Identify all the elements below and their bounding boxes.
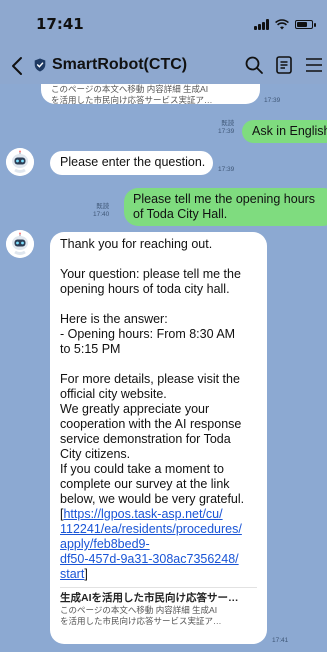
answer-line: complete our survey at the link — [60, 477, 230, 491]
read-receipt: 既読 17:39 — [218, 120, 235, 135]
back-arrow-icon[interactable] — [6, 54, 30, 78]
answer-line — [60, 357, 257, 372]
robot-icon — [6, 230, 34, 258]
message-text: Ask in English — [252, 124, 327, 138]
answer-line: service demonstration for Toda — [60, 432, 231, 446]
message-time: 17:41 — [272, 637, 289, 644]
preview-line: このページの本文へ移動 内容詳細 生成AI — [60, 605, 218, 615]
message-text: of Toda City Hall. — [133, 207, 228, 221]
answer-line: to 5:15 PM — [60, 342, 121, 356]
answer-line — [60, 297, 257, 312]
user-message-bubble[interactable]: Ask in English — [242, 120, 327, 143]
message-text: Please tell me the opening hours — [133, 192, 316, 206]
top-bar: 17:41 SmartRobot(CTC) — [0, 0, 327, 84]
answer-line: below, we would be very grateful. — [60, 492, 245, 506]
bot-avatar[interactable] — [6, 148, 34, 176]
bot-answer-bubble[interactable]: Thank you for reaching out. Your questio… — [50, 232, 267, 644]
survey-link-line[interactable]: start — [60, 567, 84, 581]
answer-line: opening hours of toda city hall. — [60, 282, 230, 296]
message-time: 17:39 — [264, 97, 281, 104]
survey-link-line[interactable]: https://lgpos.task-asp.net/cu/ — [63, 507, 222, 521]
chat-area[interactable]: このページの本文へ移動 内容詳細 生成AI を活用した市民向け応答サービス実証ア… — [0, 0, 327, 652]
status-bar: 17:41 — [0, 0, 327, 48]
read-receipt: 既読 17:40 — [93, 203, 110, 218]
answer-line: cooperation with the AI response — [60, 417, 242, 431]
message-text: Please enter the question. — [60, 155, 206, 169]
survey-link-line[interactable]: apply/feb8bed9- — [60, 537, 257, 552]
survey-link-line[interactable]: 112241/ea/residents/procedures/ — [60, 522, 257, 537]
chat-title-group[interactable]: SmartRobot(CTC) — [34, 56, 187, 74]
answer-line: We greatly appreciate your — [60, 402, 210, 416]
battery-icon — [295, 19, 316, 29]
bot-avatar[interactable] — [6, 230, 34, 258]
answer-line: official city website. — [60, 387, 167, 401]
answer-line: Here is the answer: — [60, 312, 168, 326]
notes-icon[interactable] — [273, 54, 295, 76]
link-preview-card[interactable]: 生成AIを活用した市民向け応答サー… このページの本文へ移動 内容詳細 生成AI… — [60, 587, 257, 626]
link-bracket-close: ] — [84, 567, 88, 581]
preview-line: を活用した市民向け応答サービス実証ア… — [51, 94, 213, 105]
survey-link[interactable]: [https://lgpos.task-asp.net/cu/ — [60, 507, 257, 522]
search-icon[interactable] — [243, 54, 265, 76]
answer-line: If you could take a moment to — [60, 462, 224, 476]
answer-line: Thank you for reaching out. — [60, 237, 213, 251]
answer-line: For more details, please visit the — [60, 372, 240, 386]
message-time: 17:39 — [218, 166, 235, 173]
robot-icon — [6, 148, 34, 176]
chat-title: SmartRobot(CTC) — [52, 56, 188, 73]
status-time: 17:41 — [36, 15, 84, 33]
answer-line: - Opening hours: From 8:30 AM — [60, 327, 236, 341]
wifi-icon — [275, 18, 289, 29]
cellular-signal-icon — [254, 18, 269, 30]
user-message-bubble[interactable]: Please tell me the opening hours of Toda… — [124, 188, 327, 226]
preview-title: 生成AIを活用した市民向け応答サー… — [60, 592, 239, 604]
shield-icon — [34, 58, 46, 72]
bot-message-bubble[interactable]: Please enter the question. — [50, 151, 213, 175]
menu-icon[interactable] — [303, 54, 325, 76]
preview-line: を活用した市民向け応答サービス実証ア… — [60, 615, 222, 626]
chat-header: SmartRobot(CTC) — [0, 48, 327, 84]
preview-line: このページの本文へ移動 内容詳細 生成AI — [51, 84, 209, 94]
status-icons — [254, 18, 316, 30]
survey-link-line[interactable]: df50-457d-9a31-308ac7356248/ — [60, 552, 257, 567]
answer-line: Your question: please tell me the — [60, 267, 241, 281]
answer-line — [60, 252, 257, 267]
answer-line: City citizens. — [60, 447, 131, 461]
